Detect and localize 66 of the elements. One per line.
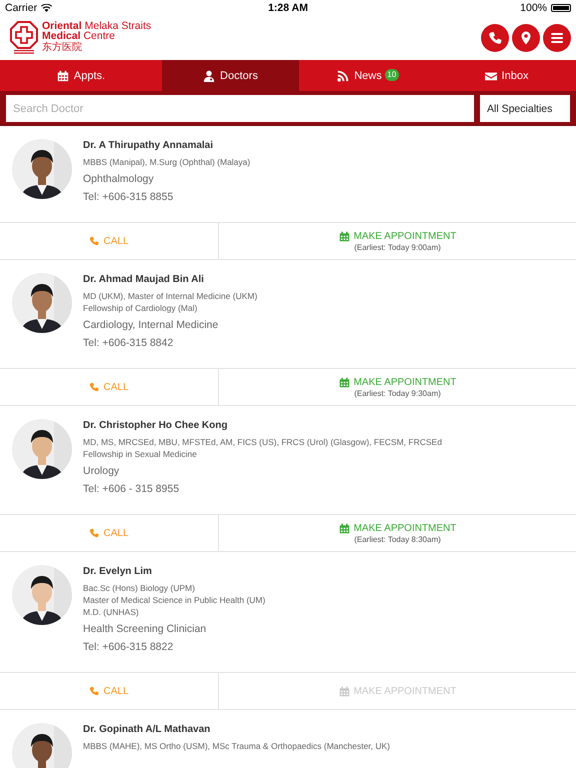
doctor-qualification: MBBS (Manipal), M.Surg (Ophthal) (Malaya) <box>83 156 250 168</box>
doctor-icon <box>203 70 216 82</box>
doctor-name: Dr. Christopher Ho Chee Kong <box>83 419 228 433</box>
doctor-specialty: Cardiology, Internal Medicine <box>83 318 220 333</box>
doctor-phone: Tel: +606 - 315 8955 <box>83 482 180 497</box>
doctor-specialty: Ophthalmology <box>83 172 155 187</box>
specialty-dropdown[interactable]: All Specialties <box>480 95 570 122</box>
menu-icon <box>550 31 564 45</box>
phone-icon <box>488 31 502 45</box>
menu-button[interactable] <box>543 24 571 52</box>
make-appointment-button[interactable]: MAKE APPOINTMENT <box>338 230 456 242</box>
hospital-name: Oriental Melaka Straits <box>42 21 152 31</box>
battery-percent: 100% <box>520 2 547 14</box>
doctor-qualification: Bac.Sc (Hons) Biology (UPM) <box>83 582 196 594</box>
map-pin-icon <box>519 31 533 45</box>
calendar-icon <box>338 522 350 534</box>
calendar-icon <box>56 70 69 82</box>
doctor-qualification: M.D. (UNHAS) <box>83 606 140 618</box>
count-badge: 10 <box>384 68 399 80</box>
phone-icon <box>89 382 100 392</box>
nav-tab[interactable]: Appts. <box>0 60 162 91</box>
earliest-slot: (Earliest: Today 8:30am) <box>354 534 441 544</box>
doctor-qualification: MD (UKM), Master of Internal Medicine (UKM) <box>83 290 258 302</box>
earliest-slot: (Earliest: Today 9:30am) <box>354 388 441 398</box>
doctor-name: Dr. Evelyn Lim <box>83 565 153 579</box>
search-field[interactable]: Search Doctor <box>6 95 474 122</box>
nav-tab[interactable]: Doctors <box>162 60 299 91</box>
doctor-phone: Tel: +606-315 8855 <box>83 190 174 205</box>
make-appointment-button[interactable]: MAKE APPOINTMENT <box>338 522 456 534</box>
hospital-chinese-name: 东方医院 <box>42 42 83 53</box>
call-button[interactable]: CALL <box>89 382 128 392</box>
earliest-slot: (Earliest: Today 9:00am) <box>354 242 441 252</box>
location-button[interactable] <box>512 24 540 52</box>
doctor-name: Dr. Gopinath A/L Mathavan <box>83 723 212 737</box>
make-appointment-button[interactable]: MAKE APPOINTMENT <box>338 376 456 388</box>
phone-button[interactable] <box>481 24 509 52</box>
doctor-qualification: MD, MS, MRCSEd, MBU, MFSTEd, AM, FICS (US), FRCS (Urol) (Glasgow), FECSM, FRCSEd <box>83 436 442 448</box>
doctor-specialty: Urology <box>83 464 120 479</box>
clock-time: 1:28 AM <box>267 2 309 14</box>
nav-tab[interactable]: Inbox <box>437 60 576 91</box>
rss-icon <box>337 70 350 82</box>
wifi-icon <box>41 4 52 12</box>
call-button[interactable]: CALL <box>89 236 128 246</box>
doctor-qualification: Fellowship of Cardiology (Mal) <box>83 302 198 314</box>
hospital-logo-icon <box>10 21 38 55</box>
call-button[interactable]: CALL <box>89 686 128 696</box>
doctor-specialty: Health Screening Clinician <box>83 622 208 637</box>
doctor-name: Dr. A Thirupathy Annamalai <box>83 139 214 153</box>
calendar-icon <box>338 230 350 242</box>
call-button[interactable]: CALL <box>89 528 128 538</box>
carrier-name: Carrier <box>5 2 38 14</box>
phone-icon <box>89 528 100 538</box>
doctor-phone: Tel: +606-315 8842 <box>83 336 174 351</box>
nav-tab[interactable]: News 10 <box>299 60 437 91</box>
doctor-qualification: Fellowship in Sexual Medicine <box>83 448 198 460</box>
doctor-phone: Tel: +606-315 8822 <box>83 640 174 655</box>
doctor-qualification: Master of Medical Science in Public Health (UM) <box>83 594 266 606</box>
doctor-name: Dr. Ahmad Maujad Bin Ali <box>83 273 205 287</box>
phone-icon <box>89 686 100 696</box>
battery-icon <box>551 4 571 12</box>
phone-icon <box>89 236 100 246</box>
doctor-qualification: MBBS (MAHE), MS Ortho (USM), MSc Trauma & Orthopaedics (Manchester, UK) <box>83 740 390 752</box>
envelope-icon <box>484 70 497 82</box>
calendar-icon <box>338 686 350 696</box>
calendar-icon <box>338 376 350 388</box>
hospital-name: Medical Centre <box>42 31 116 41</box>
